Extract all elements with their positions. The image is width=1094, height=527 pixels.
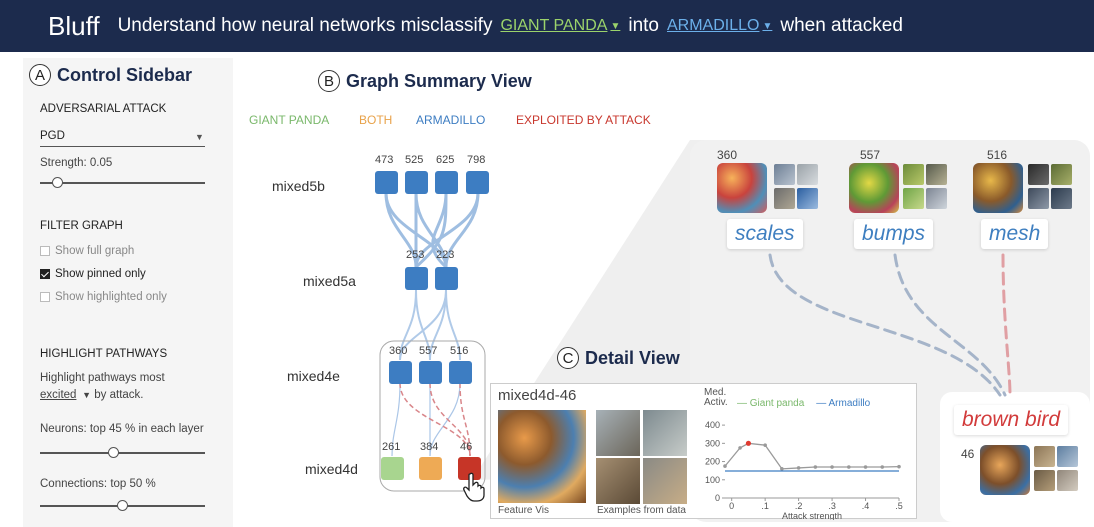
hand-cursor-icon <box>463 472 485 502</box>
data-point <box>897 464 901 469</box>
x-tick-label: .5 <box>895 501 903 511</box>
node-count: 223 <box>436 249 455 261</box>
graph-node[interactable] <box>435 171 458 194</box>
chart-ylabel: Med. Activ. <box>704 388 728 408</box>
data-point <box>830 465 834 469</box>
graph-node[interactable] <box>466 171 489 194</box>
concept-count: 516 <box>987 148 1008 162</box>
data-point <box>847 465 851 469</box>
y-tick-label: 0 <box>715 493 720 503</box>
detail-view-title: Detail View <box>585 347 680 368</box>
node-count: 473 <box>375 154 394 166</box>
example-image <box>774 164 795 185</box>
concept-count: 557 <box>860 148 881 162</box>
example-image <box>1034 470 1055 491</box>
feature-vis-image[interactable] <box>849 163 899 213</box>
featvis-caption: Feature Vis <box>498 505 549 516</box>
example-image <box>903 164 924 185</box>
data-point <box>796 466 801 470</box>
feature-vis-image[interactable] <box>717 163 767 213</box>
detail-view-header: C Detail View <box>557 347 680 369</box>
y-tick-label: 400 <box>705 420 720 430</box>
example-image <box>1034 446 1055 467</box>
concept-label-scales[interactable]: scales <box>727 219 803 249</box>
detail-view-panel: mixed4d-46 Feature Vis Examples from dat… <box>490 383 917 520</box>
graph-node[interactable] <box>375 171 398 194</box>
layer-label-mixed4e: mixed4e <box>287 368 340 384</box>
concept-count: 360 <box>717 148 738 162</box>
node-count: 798 <box>467 154 486 166</box>
feature-vis-image[interactable] <box>973 163 1023 213</box>
example-image <box>643 458 687 504</box>
data-point <box>763 443 767 447</box>
feature-vis-image[interactable] <box>980 445 1030 495</box>
x-tick-label: .4 <box>862 501 870 511</box>
x-tick-label: .2 <box>795 501 803 511</box>
example-image <box>926 188 947 209</box>
node-count: 360 <box>389 345 408 357</box>
x-axis-label: Attack strength <box>782 511 842 520</box>
chart-ylabel-line2: Activ. <box>704 397 728 408</box>
layer-label-mixed4d: mixed4d <box>305 461 358 477</box>
example-image <box>643 410 687 456</box>
x-tick-label: 0 <box>729 501 734 511</box>
example-image <box>1057 470 1078 491</box>
concept-count: 46 <box>961 447 975 461</box>
graph-node[interactable] <box>419 361 442 384</box>
graph-node-both[interactable] <box>419 457 442 480</box>
graph-node[interactable] <box>449 361 472 384</box>
concept-label-brown-bird[interactable]: brown bird <box>954 405 1069 435</box>
data-point <box>745 440 752 446</box>
neuron-name: mixed4d-46 <box>498 387 577 404</box>
data-point <box>780 467 784 471</box>
node-count: 525 <box>405 154 424 166</box>
node-count: 253 <box>406 249 425 261</box>
graph-node[interactable] <box>435 267 458 290</box>
graph-node-panda[interactable] <box>381 457 404 480</box>
node-count: 384 <box>420 441 439 453</box>
y-tick-label: 300 <box>705 438 720 448</box>
graph-node[interactable] <box>405 267 428 290</box>
example-image <box>1051 188 1072 209</box>
y-tick-label: 200 <box>705 457 720 467</box>
activation-chart: 0 100 200 300 400 0 .1 .2 .3 .4 .5 Attack strength <box>705 420 903 520</box>
node-count: 625 <box>436 154 455 166</box>
example-image <box>596 458 640 504</box>
example-image <box>774 188 795 209</box>
example-image <box>1051 164 1072 185</box>
data-point <box>863 465 868 469</box>
example-image <box>1028 164 1049 185</box>
node-count: 516 <box>450 345 469 357</box>
feature-vis-image[interactable] <box>498 410 586 503</box>
series-line-0 <box>724 442 900 470</box>
layer-label-mixed5b: mixed5b <box>272 178 325 194</box>
graph-node[interactable] <box>405 171 428 194</box>
node-count: 46 <box>460 441 473 453</box>
data-point <box>813 465 818 469</box>
example-image <box>797 188 818 209</box>
concept-label-bumps[interactable]: bumps <box>854 219 934 249</box>
example-image <box>926 164 947 185</box>
example-image <box>797 164 818 185</box>
data-point <box>723 464 727 468</box>
examples-caption: Examples from data <box>597 505 686 516</box>
layer-label-mixed5a: mixed5a <box>303 273 356 289</box>
example-image <box>903 188 924 209</box>
example-image <box>1028 188 1049 209</box>
node-count: 557 <box>419 345 438 357</box>
data-point <box>738 446 742 450</box>
example-image <box>1057 446 1078 467</box>
section-letter-c: C <box>557 347 579 369</box>
x-tick-label: .1 <box>761 501 769 511</box>
graph-node[interactable] <box>389 361 412 384</box>
y-tick-label: 100 <box>705 475 720 485</box>
concept-label-mesh[interactable]: mesh <box>981 219 1049 249</box>
example-image <box>596 410 640 456</box>
node-count: 261 <box>382 441 401 453</box>
data-point <box>880 465 885 469</box>
x-tick-label: .3 <box>828 501 836 511</box>
